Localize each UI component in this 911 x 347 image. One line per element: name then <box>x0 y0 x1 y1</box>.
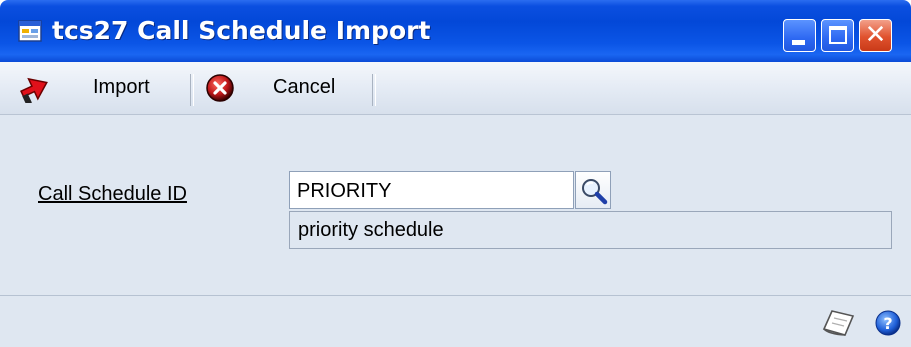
cancel-label: Cancel <box>273 76 336 98</box>
minimize-icon <box>792 40 805 45</box>
close-icon: ✕ <box>864 20 887 50</box>
maximize-icon <box>829 26 847 44</box>
form-area: Call Schedule ID priority schedule <box>0 115 911 295</box>
call-schedule-id-input[interactable] <box>289 171 574 209</box>
close-button[interactable]: ✕ <box>859 19 892 52</box>
import-label: Import <box>93 76 150 98</box>
magnifier-icon <box>580 177 608 210</box>
call-schedule-import-window: tcs27 Call Schedule Import ✕ Import Canc… <box>0 0 911 347</box>
description-field: priority schedule <box>289 211 892 249</box>
toolbar: Import Cancel <box>0 62 911 115</box>
window-app-icon[interactable] <box>18 19 42 43</box>
title-bar[interactable]: tcs27 Call Schedule Import ✕ <box>0 0 911 62</box>
window-title: tcs27 Call Schedule Import <box>52 16 431 45</box>
toolbar-separator <box>372 74 376 106</box>
lookup-button[interactable] <box>575 171 611 209</box>
svg-text:?: ? <box>883 314 892 333</box>
status-bar: ? <box>0 295 911 347</box>
minimize-button[interactable] <box>783 19 816 52</box>
call-schedule-id-label[interactable]: Call Schedule ID <box>38 183 187 206</box>
note-icon[interactable] <box>820 307 856 342</box>
help-icon[interactable]: ? <box>874 309 902 342</box>
cancel-x-icon <box>205 73 235 108</box>
maximize-button[interactable] <box>821 19 854 52</box>
import-arrow-icon <box>18 73 52 108</box>
toolbar-separator <box>190 74 194 106</box>
import-button[interactable]: Import <box>18 70 158 106</box>
cancel-button[interactable]: Cancel <box>205 70 355 106</box>
